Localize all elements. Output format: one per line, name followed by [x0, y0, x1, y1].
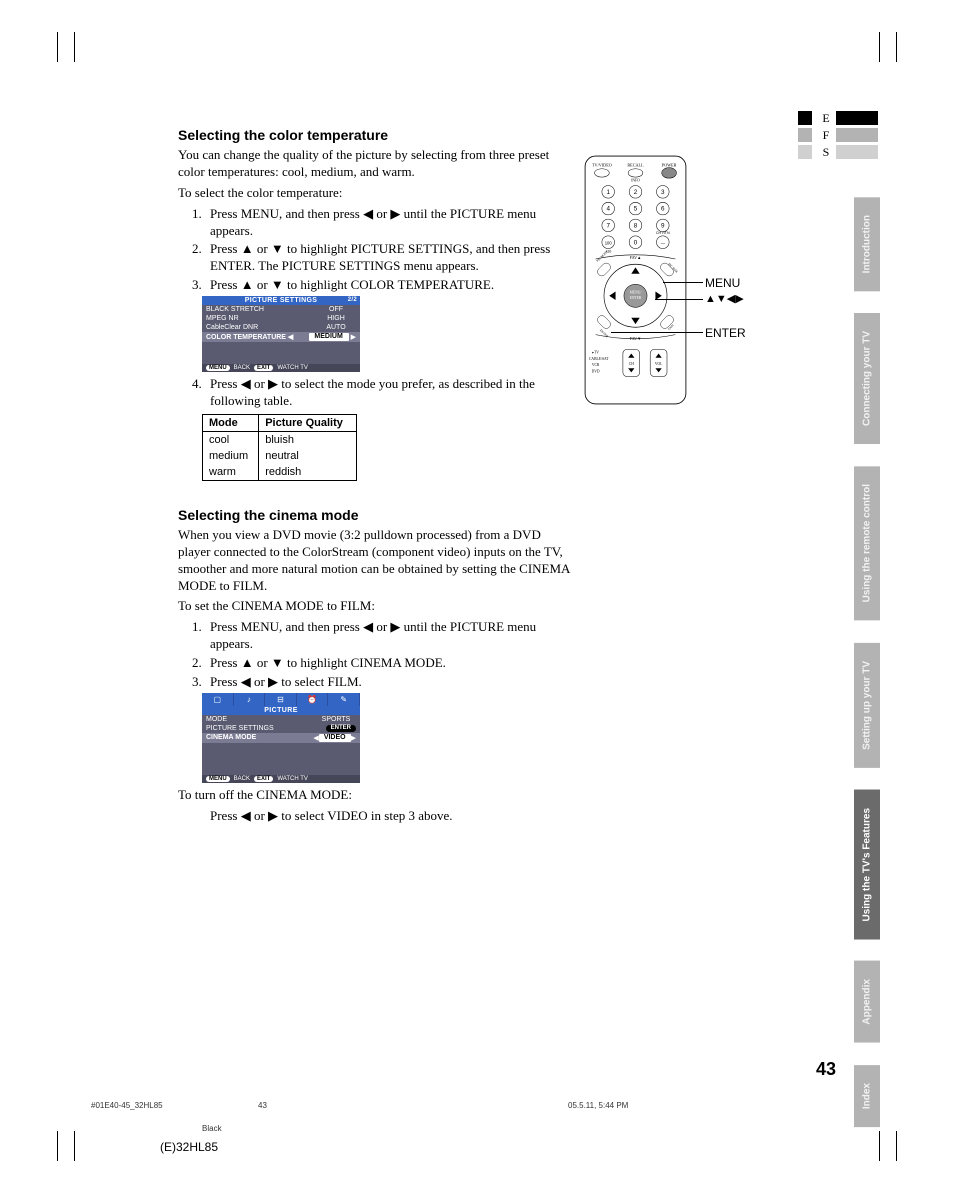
svg-text:DVD: DVD [592, 369, 600, 373]
table-cell: reddish [259, 464, 357, 481]
svg-text:6: 6 [661, 206, 665, 213]
side-tab-connecting: Connecting your TV [854, 313, 880, 444]
svg-text:POWER: POWER [662, 163, 677, 168]
paragraph: To set the CINEMA MODE to FILM: [178, 598, 573, 615]
svg-text:4: 4 [606, 206, 610, 213]
footer-color: Black [202, 1124, 222, 1133]
svg-text:CABLE/SAT: CABLE/SAT [589, 357, 609, 361]
side-tab-index: Index [854, 1065, 880, 1127]
step-text: Press ◀ or ▶ to select the mode you pref… [210, 376, 573, 410]
mode-table: ModePicture Quality coolbluish mediumneu… [202, 414, 357, 481]
osd-picture-settings: PICTURE SETTINGS 2/2 BLACK STRETCHOFF MPE… [202, 296, 360, 372]
paragraph: You can change the quality of the pictur… [178, 147, 573, 181]
remote-label-arrows: ▲▼◀▶ [705, 292, 744, 305]
table-header: Picture Quality [259, 414, 357, 431]
lang-tab-e: E [798, 110, 878, 126]
table-cell: neutral [259, 448, 357, 464]
osd-tab-icon: ✎ [328, 693, 360, 706]
svg-text:VCR: VCR [592, 363, 600, 367]
svg-text:▸TV: ▸TV [592, 351, 599, 355]
language-tabs: E F S [798, 110, 878, 161]
osd-tab-icon: ♪ [234, 693, 266, 706]
svg-text:ENTER: ENTER [630, 296, 642, 300]
table-cell: warm [203, 464, 259, 481]
svg-text:2: 2 [634, 189, 638, 196]
model-label: (E)32HL85 [160, 1140, 218, 1154]
step-text: Press ▲ or ▼ to highlight CINEMA MODE. [210, 655, 573, 672]
osd-row-selected: CINEMA MODE◀VIDEO▶ [202, 733, 360, 743]
remote-btn-label: TV/VIDEO [592, 163, 612, 168]
step-text: Press ◀ or ▶ to select FILM. [210, 674, 573, 691]
osd-title: PICTURE [202, 706, 360, 715]
osd-row: BLACK STRETCHOFF [202, 305, 360, 314]
svg-text:RECALL: RECALL [627, 163, 644, 168]
paragraph: To turn off the CINEMA MODE: [178, 787, 573, 804]
svg-text:0: 0 [634, 239, 638, 246]
side-tab-remote: Using the remote control [854, 466, 880, 620]
lang-tab-f: F [798, 127, 878, 143]
svg-text:7: 7 [606, 223, 610, 230]
page-number: 43 [816, 1059, 836, 1080]
heading-cinema-mode: Selecting the cinema mode [178, 507, 573, 523]
lang-label-e: E [820, 111, 832, 126]
svg-text:INFO: INFO [631, 178, 640, 182]
osd-picture-menu: ▢ ♪ ⊟ ⏰ ✎ PICTURE MODESPORTS PICTURE SET… [202, 693, 360, 783]
table-cell: bluish [259, 431, 357, 448]
osd-page: 2/2 [348, 297, 357, 303]
osd-row-selected: COLOR TEMPERATURE ◀MEDIUM▶ [202, 332, 360, 342]
paragraph: When you view a DVD movie (3:2 pulldown … [178, 527, 573, 595]
osd-title: PICTURE SETTINGS [245, 297, 317, 304]
svg-text:VOL: VOL [655, 362, 663, 366]
remote-svg: TV/VIDEO RECALL INFO POWER 1 2 3 4 5 6 7… [583, 154, 688, 406]
heading-color-temperature: Selecting the color temperature [178, 127, 573, 143]
osd-row: MODESPORTS [202, 715, 360, 724]
side-tab-introduction: Introduction [854, 197, 880, 291]
footer-page: 43 [258, 1101, 267, 1110]
svg-text:1: 1 [606, 189, 610, 196]
remote-illustration: TV/VIDEO RECALL INFO POWER 1 2 3 4 5 6 7… [583, 154, 758, 410]
svg-text:100: 100 [605, 240, 613, 245]
svg-text:FAV▼: FAV▼ [630, 336, 642, 341]
svg-text:9: 9 [661, 223, 665, 230]
svg-text:MENU/: MENU/ [630, 291, 643, 295]
step-text: Press ▲ or ▼ to highlight COLOR TEMPERAT… [210, 277, 573, 294]
step-text: Press ▲ or ▼ to highlight PICTURE SETTIN… [210, 241, 573, 275]
osd-row: PICTURE SETTINGSENTER [202, 724, 360, 733]
side-tab-setup: Setting up your TV [854, 643, 880, 768]
lang-label-s: S [820, 145, 832, 160]
svg-text:FAV▲: FAV▲ [630, 255, 642, 260]
osd-footer: MENUBACKEXITWATCH TV [202, 364, 360, 372]
lang-tab-s: S [798, 144, 878, 160]
footer-timestamp: 05.5.11, 5:44 PM [568, 1101, 628, 1110]
lang-label-f: F [820, 128, 832, 143]
step-text: Press MENU, and then press ◀ or ▶ until … [210, 619, 573, 653]
side-tab-appendix: Appendix [854, 961, 880, 1043]
osd-tab-icon: ▢ [202, 693, 234, 706]
osd-row: CableClear DNRAUTO [202, 323, 360, 332]
svg-text:8: 8 [634, 223, 638, 230]
svg-text:CH: CH [629, 362, 634, 366]
svg-text:5: 5 [634, 206, 638, 213]
svg-text:3: 3 [661, 189, 665, 196]
table-cell: cool [203, 431, 259, 448]
osd-footer: MENUBACKEXITWATCH TV [202, 775, 360, 783]
table-cell: medium [203, 448, 259, 464]
osd-tab-icon: ⊟ [265, 693, 297, 706]
osd-tab-icon: ⏰ [297, 693, 329, 706]
remote-label-enter: ENTER [705, 326, 746, 340]
side-tab-features: Using the TV's Features [854, 790, 880, 940]
paragraph: To select the color temperature: [178, 185, 573, 202]
paragraph: Press ◀ or ▶ to select VIDEO in step 3 a… [210, 808, 573, 825]
table-header: Mode [203, 414, 259, 431]
svg-text:CH RTN: CH RTN [656, 231, 670, 235]
footer-file: #01E40-45_32HL85 [91, 1101, 163, 1110]
step-text: Press MENU, and then press ◀ or ▶ until … [210, 206, 573, 240]
osd-row: MPEG NRHIGH [202, 314, 360, 323]
remote-label-menu: MENU [705, 276, 740, 290]
